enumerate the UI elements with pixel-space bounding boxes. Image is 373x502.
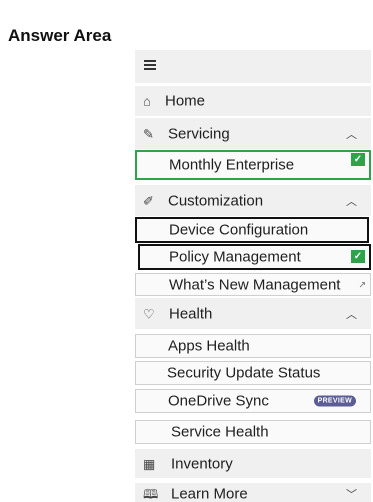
inventory-icon: ▦ [143,456,156,471]
nav-item-onedrive-sync[interactable]: OneDrive Sync PREVIEW [135,389,371,413]
nav-item-device-configuration[interactable]: Device Configuration [135,217,369,243]
servicing-icon: ✎ [143,126,154,141]
nav-item-apps-health-label: Apps Health [168,337,250,355]
chevron-up-icon: ︿ [346,308,357,321]
answer-area-title: Answer Area [8,26,112,45]
nav-section-customization[interactable]: ✐ Customization ︿ [135,185,371,216]
heart-icon: ♡ [143,306,155,321]
chevron-down-icon: ﹀ [346,489,357,501]
nav-item-monthly-enterprise[interactable]: Monthly Enterprise ✓ [135,150,371,180]
checkmark-icon: ✓ [351,250,365,263]
nav-item-policy-management[interactable]: Policy Management ✓ [138,244,371,270]
home-icon: ⌂ [143,93,151,109]
nav-section-learn-more-label: Learn More [171,485,248,502]
nav-item-security-update-status[interactable]: Security Update Status [135,361,371,385]
nav-section-learn-more[interactable]: 🕮 Learn More ﹀ [135,483,371,502]
customization-icon: ✐ [143,193,154,208]
nav-item-inventory-label: Inventory [171,455,233,472]
menu-toggle[interactable] [135,50,371,83]
nav-section-health[interactable]: ♡ Health ︿ [135,298,371,329]
nav-item-onedrive-sync-label: OneDrive Sync [168,392,269,410]
nav-item-service-health[interactable]: Service Health [135,420,371,444]
nav-item-security-update-status-label: Security Update Status [167,364,321,382]
nav-item-inventory[interactable]: ▦ Inventory [135,449,371,478]
nav-section-customization-label: Customization [168,192,264,209]
nav-item-service-health-label: Service Health [171,423,269,441]
checkmark-icon: ✓ [351,153,365,166]
chevron-up-icon: ︿ [346,128,357,141]
nav-item-policy-management-label: Policy Management [169,248,301,266]
chevron-up-icon: ︿ [346,195,357,208]
nav-item-whats-new-management-label: What’s New Management [169,276,341,293]
nav-item-device-configuration-label: Device Configuration [169,221,309,239]
book-icon: 🕮 [143,486,159,502]
hamburger-icon [144,60,156,72]
nav-section-servicing[interactable]: ✎ Servicing ︿ [135,118,371,149]
nav-item-monthly-enterprise-label: Monthly Enterprise [169,156,295,174]
nav-item-apps-health[interactable]: Apps Health [135,334,371,358]
nav-section-servicing-label: Servicing [168,125,230,142]
nav-item-whats-new-management[interactable]: What’s New Management ↗ [135,273,371,296]
external-link-icon: ↗ [358,279,366,289]
preview-badge: PREVIEW [313,395,356,407]
nav-item-home[interactable]: ⌂ Home [135,86,371,116]
nav-item-home-label: Home [165,92,206,110]
nav-section-health-label: Health [169,305,213,322]
